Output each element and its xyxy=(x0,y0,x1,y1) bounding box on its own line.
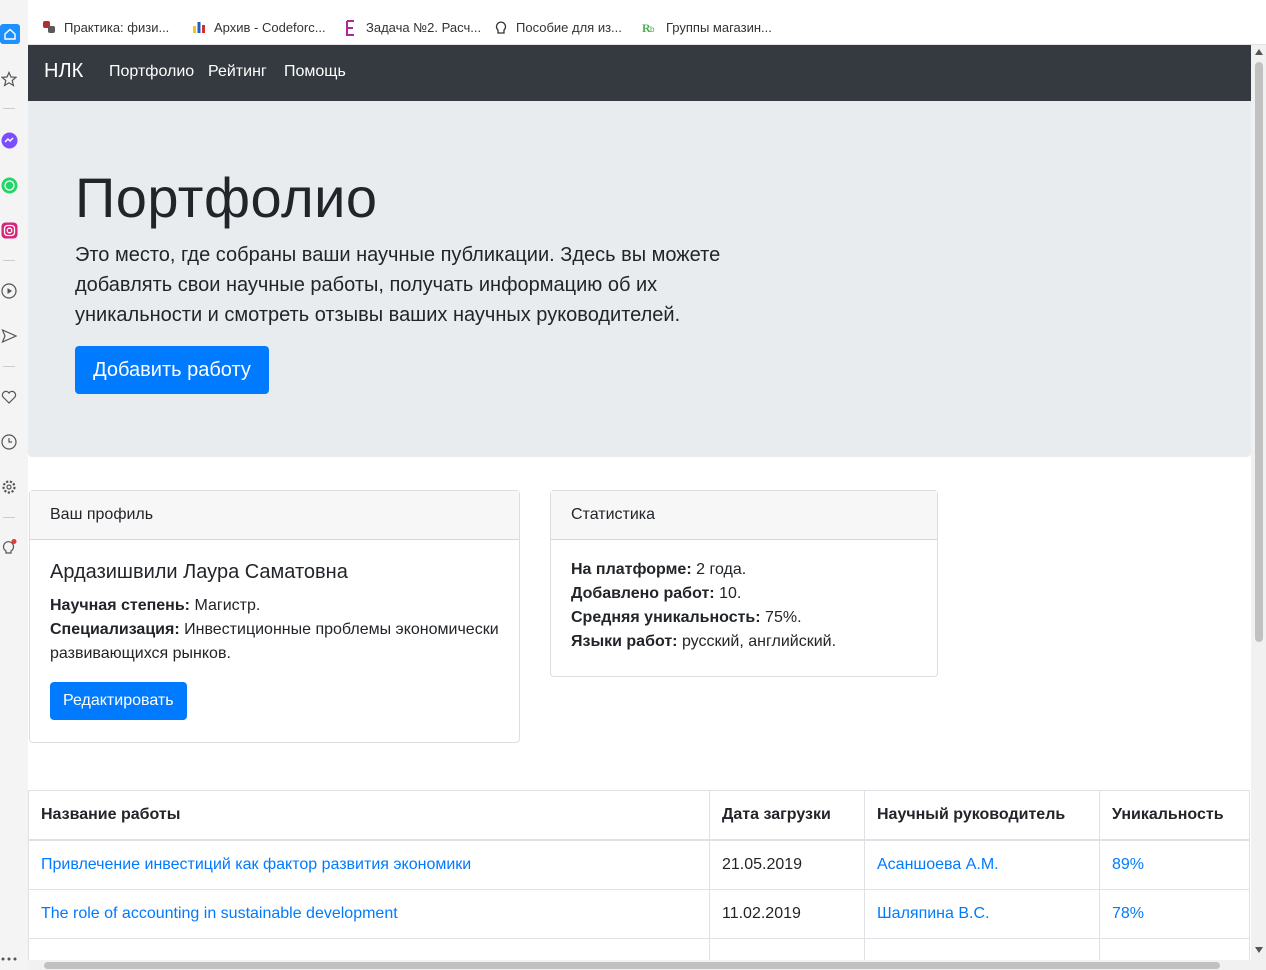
stat-value: 75%. xyxy=(765,609,802,626)
bookmark-item[interactable]: Пособие для из... xyxy=(494,18,622,36)
bookmark-label: Архив - Codeforc... xyxy=(214,19,326,35)
python-icon xyxy=(42,20,56,34)
table-row xyxy=(28,938,1250,960)
work-uniqueness-cell: 89% xyxy=(1099,839,1250,890)
degree-label: Научная степень: xyxy=(50,597,191,614)
column-header-supervisor: Научный руководитель xyxy=(864,790,1100,841)
table-header-row: Название работы Дата загрузки Научный ру… xyxy=(28,790,1250,841)
vertical-scrollbar[interactable] xyxy=(1251,45,1266,960)
messenger-icon[interactable] xyxy=(0,131,18,149)
bookmark-label: Задача №2. Расч... xyxy=(366,19,482,35)
navbar-brand[interactable]: НЛК xyxy=(44,60,83,83)
profile-degree: Научная степень: Магистр. xyxy=(50,594,499,618)
stat-value: русский, английский. xyxy=(681,633,837,650)
bookmark-label: Пособие для из... xyxy=(516,19,622,35)
uniqueness-link[interactable]: 89% xyxy=(1112,856,1144,873)
stat-value: 2 года. xyxy=(696,561,747,578)
profile-card-body: Ардазишвили Лаура Саматовна Научная степ… xyxy=(30,540,519,740)
bookmark-item[interactable]: Практика: физи... xyxy=(42,18,169,36)
horizontal-scrollbar[interactable] xyxy=(28,960,1266,970)
home-icon[interactable] xyxy=(0,24,20,44)
statistics-card-body: На платформе: 2 года. Добавлено работ: 1… xyxy=(551,540,937,674)
column-header-uniqueness: Уникальность xyxy=(1099,790,1250,841)
rb-icon: Rb xyxy=(642,20,658,35)
supervisor-link[interactable]: Асаншоева А.М. xyxy=(877,856,999,873)
bookmark-label: Практика: физи... xyxy=(64,19,170,35)
bulb-icon xyxy=(494,20,508,34)
page-viewport: НЛК Портфолио Рейтинг Помощь Портфолио Э… xyxy=(28,45,1251,960)
scroll-down-icon[interactable] xyxy=(1255,947,1263,953)
stat-languages: Языки работ: русский, английский. xyxy=(571,630,917,654)
statistics-card: Статистика На платформе: 2 года. Добавле… xyxy=(550,490,938,677)
work-supervisor-cell xyxy=(864,938,1100,960)
column-header-title: Название работы xyxy=(28,790,710,841)
work-title-link[interactable]: Привлечение инвестиций как фактор развит… xyxy=(41,856,471,873)
add-work-button[interactable]: Добавить работу xyxy=(75,346,269,394)
work-date-cell: 11.02.2019 xyxy=(709,889,865,939)
profile-card: Ваш профиль Ардазишвили Лаура Саматовна … xyxy=(29,490,520,743)
instagram-icon[interactable] xyxy=(0,221,18,239)
work-title-cell: Привлечение инвестиций как фактор развит… xyxy=(28,839,710,890)
horizontal-scrollbar-thumb[interactable] xyxy=(44,962,1220,969)
page-title: Портфолио xyxy=(75,166,378,229)
work-supervisor-cell: Асаншоева А.М. xyxy=(864,839,1100,890)
work-title-cell xyxy=(28,938,710,960)
work-title-link[interactable]: The role of accounting in sustainable de… xyxy=(41,905,398,922)
nav-link-help[interactable]: Помощь xyxy=(284,63,346,81)
stat-platform: На платформе: 2 года. xyxy=(571,558,917,582)
clock-icon[interactable] xyxy=(0,433,18,451)
browser-sidebar xyxy=(0,0,29,970)
star-icon[interactable] xyxy=(0,70,18,88)
work-uniqueness-cell xyxy=(1099,938,1250,960)
nav-link-rating[interactable]: Рейтинг xyxy=(208,63,267,81)
stat-works-added: Добавлено работ: 10. xyxy=(571,582,917,606)
work-supervisor-cell: Шаляпина В.С. xyxy=(864,889,1100,939)
letter-e-icon xyxy=(344,20,358,36)
bookmark-item[interactable]: Задача №2. Расч... xyxy=(344,18,481,36)
whatsapp-icon[interactable] xyxy=(0,176,18,194)
uniqueness-link[interactable]: 78% xyxy=(1112,905,1144,922)
navbar: НЛК Портфолио Рейтинг Помощь xyxy=(28,45,1251,101)
profile-card-header: Ваш профиль xyxy=(30,491,519,540)
jumbotron-lead: Это место, где собраны ваши научные публ… xyxy=(75,244,721,326)
statistics-card-header: Статистика xyxy=(551,491,937,540)
send-icon[interactable] xyxy=(0,327,18,345)
bookmark-item[interactable]: Архив - Codeforc... xyxy=(192,18,326,36)
edit-profile-button[interactable]: Редактировать xyxy=(50,682,187,720)
stat-label: Добавлено работ: xyxy=(571,585,715,602)
vertical-scrollbar-thumb[interactable] xyxy=(1255,62,1263,642)
profile-name: Ардазишвили Лаура Саматовна xyxy=(50,561,348,583)
stat-label: Средняя уникальность: xyxy=(571,609,761,626)
bookmarks-bar: Практика: физи... Архив - Codeforc... За… xyxy=(28,0,1266,45)
player-icon[interactable] xyxy=(0,282,18,300)
svg-text:b: b xyxy=(650,25,655,34)
more-icon[interactable] xyxy=(0,950,18,968)
work-uniqueness-cell: 78% xyxy=(1099,889,1250,939)
stat-label: Языки работ: xyxy=(571,633,678,650)
specialization-label: Специализация: xyxy=(50,621,180,638)
bookmark-label: Группы магазин... xyxy=(666,19,772,35)
work-title-cell: The role of accounting in sustainable de… xyxy=(28,889,710,939)
bookmark-item[interactable]: Rb Группы магазин... xyxy=(642,18,772,36)
stat-avg-uniqueness: Средняя уникальность: 75%. xyxy=(571,606,917,630)
works-table: Название работы Дата загрузки Научный ру… xyxy=(28,790,1250,960)
jumbotron: Портфолио Это место, где собраны ваши на… xyxy=(28,101,1251,457)
bar-chart-icon xyxy=(192,20,206,34)
column-header-date: Дата загрузки xyxy=(709,790,865,841)
nav-link-portfolio[interactable]: Портфолио xyxy=(109,63,194,81)
table-row: The role of accounting in sustainable de… xyxy=(28,889,1250,939)
work-date-cell xyxy=(709,938,865,960)
degree-value: Магистр. xyxy=(194,597,261,614)
gear-icon[interactable] xyxy=(0,478,18,496)
supervisor-link[interactable]: Шаляпина В.С. xyxy=(877,905,989,922)
work-date-cell: 21.05.2019 xyxy=(709,839,865,890)
scroll-up-icon[interactable] xyxy=(1255,49,1263,55)
profile-specialization: Специализация: Инвестиционные проблемы э… xyxy=(50,618,499,666)
table-row: Привлечение инвестиций как фактор развит… xyxy=(28,839,1250,890)
lightbulb-icon[interactable] xyxy=(0,539,18,557)
stat-value: 10. xyxy=(719,585,742,602)
heart-icon[interactable] xyxy=(0,388,18,406)
stat-label: На платформе: xyxy=(571,561,692,578)
